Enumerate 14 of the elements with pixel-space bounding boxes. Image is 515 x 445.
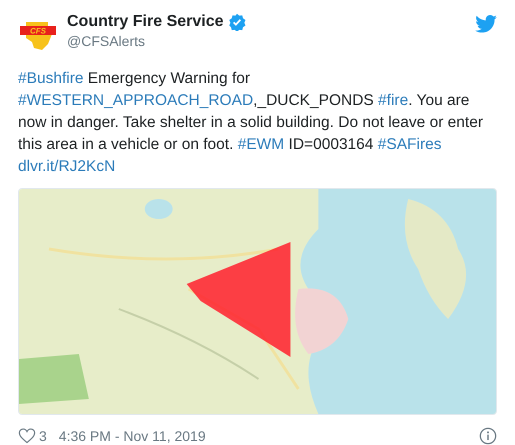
hashtag-link[interactable]: #Bushfire (18, 70, 84, 87)
hashtag-link[interactable]: #SAFires (378, 136, 442, 153)
heart-icon[interactable] (18, 428, 36, 444)
url-link[interactable]: dlvr.it/RJ2KcN (18, 158, 116, 175)
hashtag-link[interactable]: #WESTERN_APPROACH_ROAD (18, 92, 254, 109)
account-handle[interactable]: @CFSAlerts (67, 32, 466, 50)
info-icon[interactable] (479, 427, 497, 445)
tweet-timestamp[interactable]: 4:36 PM - Nov 11, 2019 (58, 428, 479, 444)
like-count: 3 (39, 428, 47, 444)
account-name[interactable]: Country Fire Service (67, 12, 224, 32)
hashtag-link[interactable]: #EWM (238, 136, 284, 153)
bird-icon[interactable] (475, 15, 497, 33)
hashtag-link[interactable]: #fire (378, 92, 408, 109)
tweet-text: #Bushfire Emergency Warning for #WESTERN_APPROACH_ROAD,_DUCK_PONDS #fire. You are now in danger. Take shelter in a solid building. Do not leave or enter this area in a vehicle or on foot. #EWM ID=0003164 #SAFires dlvr.it/RJ2KcN (18, 69, 484, 177)
